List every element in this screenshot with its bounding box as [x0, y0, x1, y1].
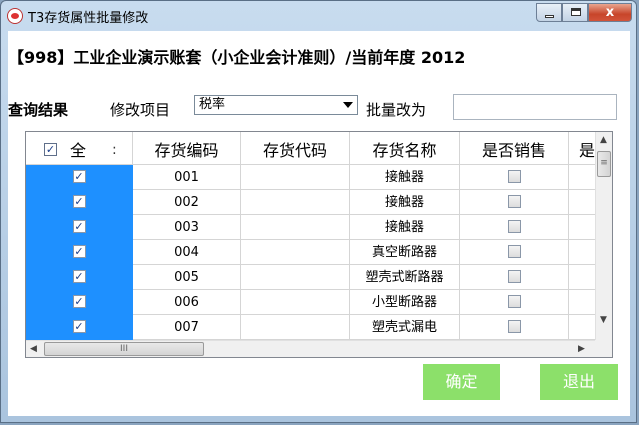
is-sale-cell[interactable]	[460, 290, 569, 315]
row-select-checkbox[interactable]: ✓	[72, 245, 86, 258]
horizontal-scroll-thumb[interactable]: III	[44, 342, 204, 356]
select-all-checkbox[interactable]: ✓	[44, 143, 57, 156]
maximize-button[interactable]	[562, 3, 588, 22]
row-select-cell[interactable]: ✓	[26, 240, 133, 265]
is-sale-checkbox[interactable]	[507, 220, 521, 233]
column-header-is-sale[interactable]: 是否销售	[460, 132, 569, 164]
vertical-scrollbar[interactable]: ▲ ≡ ▼	[595, 132, 612, 341]
window-title: T3存货属性批量修改	[28, 11, 149, 26]
dialog-body: 【998】工业企业演示账套（小企业会计准则）/当前年度 2012 查询结果 修改…	[8, 31, 630, 416]
inventory-alias-cell[interactable]	[241, 290, 350, 315]
row-select-checkbox[interactable]: ✓	[72, 220, 86, 233]
window-controls: x	[536, 3, 632, 23]
vertical-scroll-thumb[interactable]: ≡	[597, 151, 611, 177]
select-all-header[interactable]: ✓ 全 :	[26, 132, 133, 164]
column-header-next[interactable]: 是	[569, 132, 596, 164]
is-sale-checkbox[interactable]	[507, 195, 521, 208]
inventory-alias-cell[interactable]	[241, 240, 350, 265]
row-select-checkbox[interactable]: ✓	[72, 195, 86, 208]
scrollbar-corner	[595, 340, 612, 357]
table-row[interactable]: ✓ 001 接触器	[26, 165, 609, 190]
table-row[interactable]: ✓ 004 真空断路器	[26, 240, 609, 265]
row-select-cell[interactable]: ✓	[26, 265, 133, 290]
inventory-name-cell[interactable]: 接触器	[350, 190, 460, 215]
row-select-cell[interactable]: ✓	[26, 165, 133, 190]
batch-value-input[interactable]	[453, 94, 617, 120]
confirm-button[interactable]: 确定	[423, 364, 500, 400]
column-header-code[interactable]: 存货编码	[133, 132, 241, 164]
query-results-label: 查询结果	[8, 101, 69, 119]
is-sale-checkbox[interactable]	[507, 245, 521, 258]
inventory-grid: ✓ 全 : 存货编码 存货代码 存货名称 是否销售 是 ✓ 001 接触器 ✓ 002 接…	[25, 131, 613, 358]
inventory-name-cell[interactable]: 塑壳式断路器	[350, 265, 460, 290]
inventory-alias-cell[interactable]	[241, 265, 350, 290]
dropdown-arrow-icon[interactable]	[343, 102, 353, 108]
table-row[interactable]: ✓ 006 小型断路器	[26, 290, 609, 315]
inventory-name-cell[interactable]: 真空断路器	[350, 240, 460, 265]
scroll-down-icon[interactable]: ▼	[600, 315, 607, 325]
is-sale-checkbox[interactable]	[507, 295, 521, 308]
horizontal-scrollbar[interactable]: ◀ III ▶	[26, 340, 597, 357]
inventory-code-cell[interactable]: 005	[133, 265, 241, 290]
inventory-name-cell[interactable]: 接触器	[350, 165, 460, 190]
inventory-alias-cell[interactable]	[241, 190, 350, 215]
minimize-button[interactable]	[536, 3, 562, 22]
app-logo-icon	[7, 8, 23, 24]
row-select-cell[interactable]: ✓	[26, 190, 133, 215]
scroll-right-icon[interactable]: ▶	[578, 344, 585, 354]
is-sale-cell[interactable]	[460, 315, 569, 340]
inventory-name-cell[interactable]: 塑壳式漏电	[350, 315, 460, 340]
row-select-checkbox[interactable]: ✓	[72, 295, 86, 308]
is-sale-cell[interactable]	[460, 215, 569, 240]
inventory-code-cell[interactable]: 004	[133, 240, 241, 265]
grid-header: ✓ 全 : 存货编码 存货代码 存货名称 是否销售 是	[26, 132, 596, 165]
scroll-left-icon[interactable]: ◀	[30, 344, 37, 354]
table-row[interactable]: ✓ 007 塑壳式漏电	[26, 315, 609, 340]
is-sale-checkbox[interactable]	[507, 320, 521, 333]
row-select-cell[interactable]: ✓	[26, 215, 133, 240]
table-row[interactable]: ✓ 002 接触器	[26, 190, 609, 215]
is-sale-cell[interactable]	[460, 190, 569, 215]
inventory-alias-cell[interactable]	[241, 165, 350, 190]
column-header-name[interactable]: 存货名称	[350, 132, 460, 164]
inventory-code-cell[interactable]: 003	[133, 215, 241, 240]
is-sale-checkbox[interactable]	[507, 170, 521, 183]
inventory-code-cell[interactable]: 006	[133, 290, 241, 315]
modify-item-select[interactable]: 税率	[194, 95, 358, 115]
account-title: 【998】工业企业演示账套（小企业会计准则）/当前年度 2012	[8, 48, 466, 67]
column-header-alias[interactable]: 存货代码	[241, 132, 350, 164]
scroll-up-icon[interactable]: ▲	[600, 135, 607, 145]
batch-change-label: 批量改为	[366, 101, 427, 119]
table-row[interactable]: ✓ 003 接触器	[26, 215, 609, 240]
exit-button[interactable]: 退出	[540, 364, 618, 400]
row-select-cell[interactable]: ✓	[26, 315, 133, 340]
table-row[interactable]: ✓ 005 塑壳式断路器	[26, 265, 609, 290]
close-button[interactable]: x	[588, 3, 632, 22]
column-resize-icon: :	[112, 142, 117, 158]
inventory-alias-cell[interactable]	[241, 215, 350, 240]
inventory-name-cell[interactable]: 接触器	[350, 215, 460, 240]
row-select-checkbox[interactable]: ✓	[72, 320, 86, 333]
inventory-alias-cell[interactable]	[241, 315, 350, 340]
is-sale-cell[interactable]	[460, 240, 569, 265]
is-sale-checkbox[interactable]	[507, 270, 521, 283]
is-sale-cell[interactable]	[460, 165, 569, 190]
inventory-code-cell[interactable]: 007	[133, 315, 241, 340]
modify-item-value: 税率	[199, 97, 226, 112]
modify-item-label: 修改项目	[110, 101, 171, 119]
dialog-window: T3存货属性批量修改 x 【998】工业企业演示账套（小企业会计准则）/当前年度…	[0, 0, 637, 423]
select-all-label: 全	[70, 141, 87, 160]
inventory-code-cell[interactable]: 002	[133, 190, 241, 215]
is-sale-cell[interactable]	[460, 265, 569, 290]
row-select-checkbox[interactable]: ✓	[72, 170, 86, 183]
row-select-checkbox[interactable]: ✓	[72, 270, 86, 283]
row-select-cell[interactable]: ✓	[26, 290, 133, 315]
title-bar[interactable]: T3存货属性批量修改 x	[1, 1, 636, 31]
inventory-code-cell[interactable]: 001	[133, 165, 241, 190]
inventory-name-cell[interactable]: 小型断路器	[350, 290, 460, 315]
